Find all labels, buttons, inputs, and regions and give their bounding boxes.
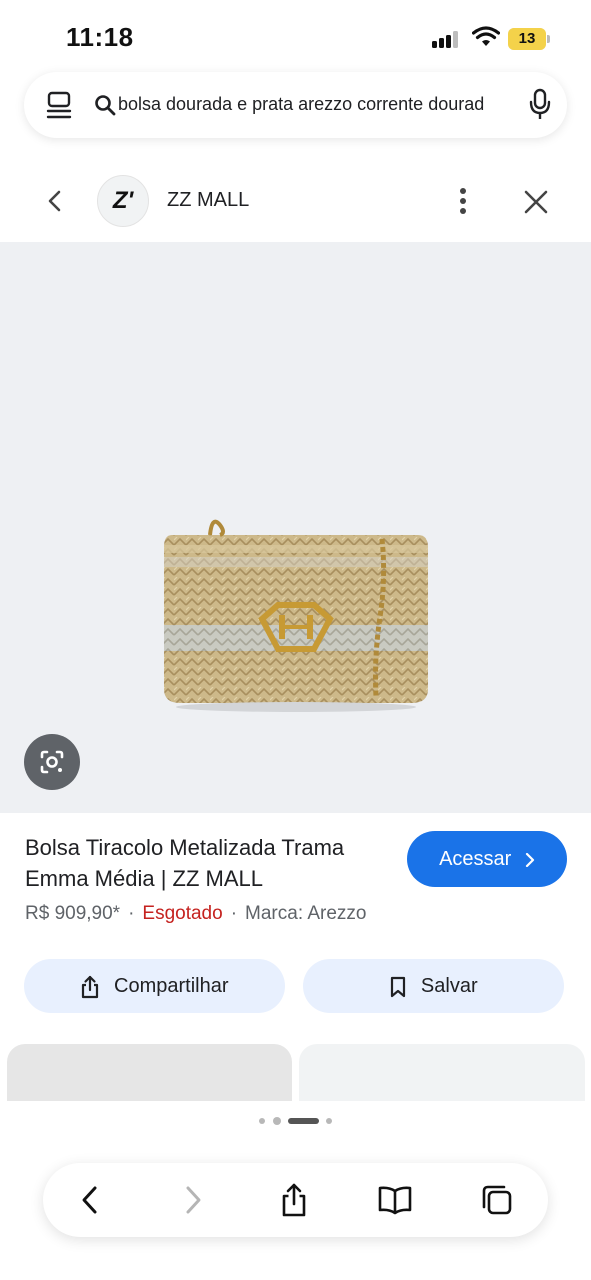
source-logo[interactable]: Z' [97, 175, 149, 227]
access-button-label: Acessar [439, 848, 512, 871]
search-bar[interactable]: bolsa dourada e prata arezzo corrente do… [24, 72, 567, 138]
close-icon[interactable] [522, 188, 550, 216]
product-image-area[interactable] [0, 242, 591, 813]
product-price: R$ 909,90* [25, 903, 121, 924]
save-button[interactable]: Salvar [303, 959, 564, 1013]
page-indicator [257, 1116, 337, 1126]
share-icon[interactable] [277, 1183, 311, 1217]
related-card[interactable] [299, 1044, 585, 1102]
back-arrow-icon[interactable] [73, 1183, 107, 1217]
google-lens-button[interactable] [24, 734, 80, 790]
save-button-label: Salvar [420, 975, 478, 998]
status-time: 11:18 [66, 22, 134, 52]
more-vertical-icon[interactable] [452, 186, 474, 216]
bag-image[interactable] [150, 507, 440, 717]
share-button-label: Compartilhar [114, 975, 229, 998]
separator: · [128, 903, 135, 924]
share-button[interactable]: Compartilhar [24, 959, 285, 1013]
bookmark-icon [391, 976, 406, 997]
status-bar: 11:18 13 [0, 0, 591, 70]
separator: · [230, 903, 238, 924]
chevron-left-icon[interactable] [42, 188, 68, 214]
source-name[interactable]: ZZ MALL [167, 189, 249, 212]
product-brand: Marca: Arezzo [245, 903, 367, 924]
cellular-signal-icon [432, 30, 464, 48]
bookmarks-book-icon[interactable] [378, 1183, 412, 1217]
stock-status: Esgotado [142, 903, 223, 924]
source-header: Z' ZZ MALL [0, 160, 591, 242]
product-title[interactable]: Bolsa Tiracolo Metalizada Trama Emma Méd… [25, 832, 385, 894]
tabs-overview-icon[interactable] [480, 1183, 514, 1217]
battery-level: 13 [518, 30, 536, 47]
tabs-icon[interactable] [46, 90, 72, 120]
related-card[interactable] [7, 1044, 292, 1102]
chevron-right-icon [525, 852, 535, 867]
forward-arrow-icon[interactable] [176, 1183, 210, 1217]
wifi-icon [472, 26, 500, 46]
google-lens-icon [40, 750, 64, 774]
battery-indicator: 13 [508, 28, 550, 50]
browser-toolbar [43, 1163, 548, 1237]
search-icon [95, 95, 116, 116]
mic-icon[interactable] [528, 88, 552, 122]
access-button[interactable]: Acessar [407, 831, 567, 887]
search-query[interactable]: bolsa dourada e prata arezzo corrente do… [118, 94, 538, 115]
product-meta: R$ 909,90* · Esgotado · Marca: Arezzo [25, 903, 366, 925]
share-icon [82, 975, 99, 998]
